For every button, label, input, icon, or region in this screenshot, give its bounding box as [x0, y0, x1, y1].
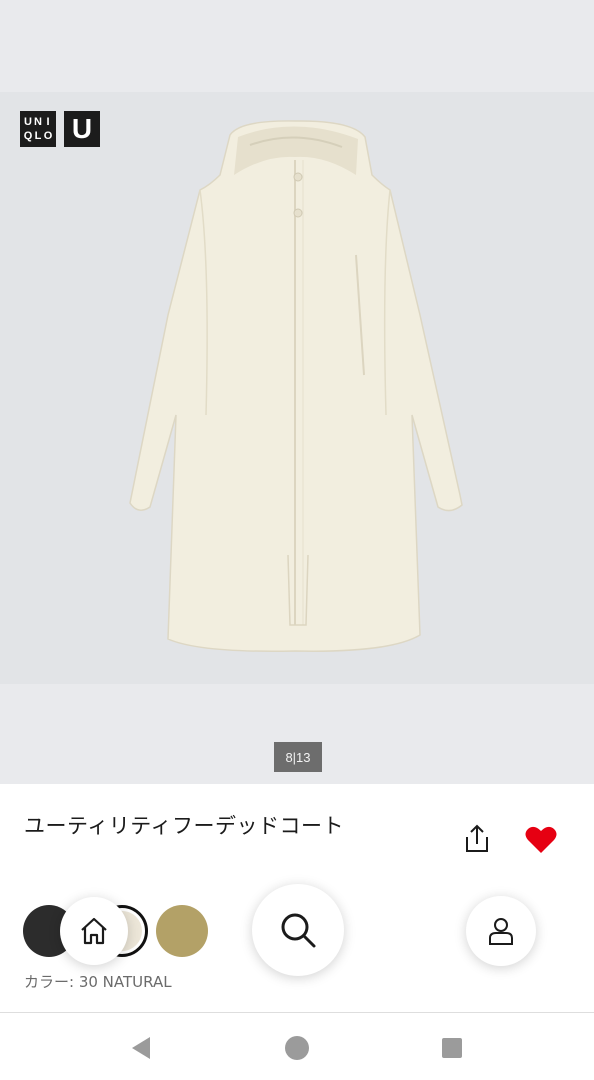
system-navigation-bar [0, 1012, 594, 1080]
share-icon[interactable] [460, 822, 494, 856]
u-logo: U [64, 111, 100, 147]
search-icon [281, 913, 316, 948]
uniqlo-u-logo: U N I Q L O U [20, 111, 100, 147]
color-label: カラー: 30 NATURAL [24, 973, 172, 991]
color-swatch-olive[interactable] [156, 905, 208, 957]
account-icon [489, 918, 513, 945]
product-image-gallery[interactable]: U N I Q L O U 8|13 [0, 0, 594, 784]
image-counter: 8|13 [274, 742, 322, 772]
product-title: ユーティリティフーデッドコート [24, 814, 344, 838]
search-button[interactable] [252, 884, 344, 976]
home-circle-icon[interactable] [280, 1031, 314, 1065]
home-icon [81, 917, 107, 945]
hooded-coat-image [129, 120, 463, 652]
account-button[interactable] [466, 896, 536, 966]
uniqlo-logo: U N I Q L O [20, 111, 56, 147]
recent-square-icon[interactable] [435, 1031, 469, 1065]
heart-icon[interactable] [524, 824, 558, 856]
home-button[interactable] [60, 897, 128, 965]
back-triangle-icon[interactable] [124, 1031, 158, 1065]
